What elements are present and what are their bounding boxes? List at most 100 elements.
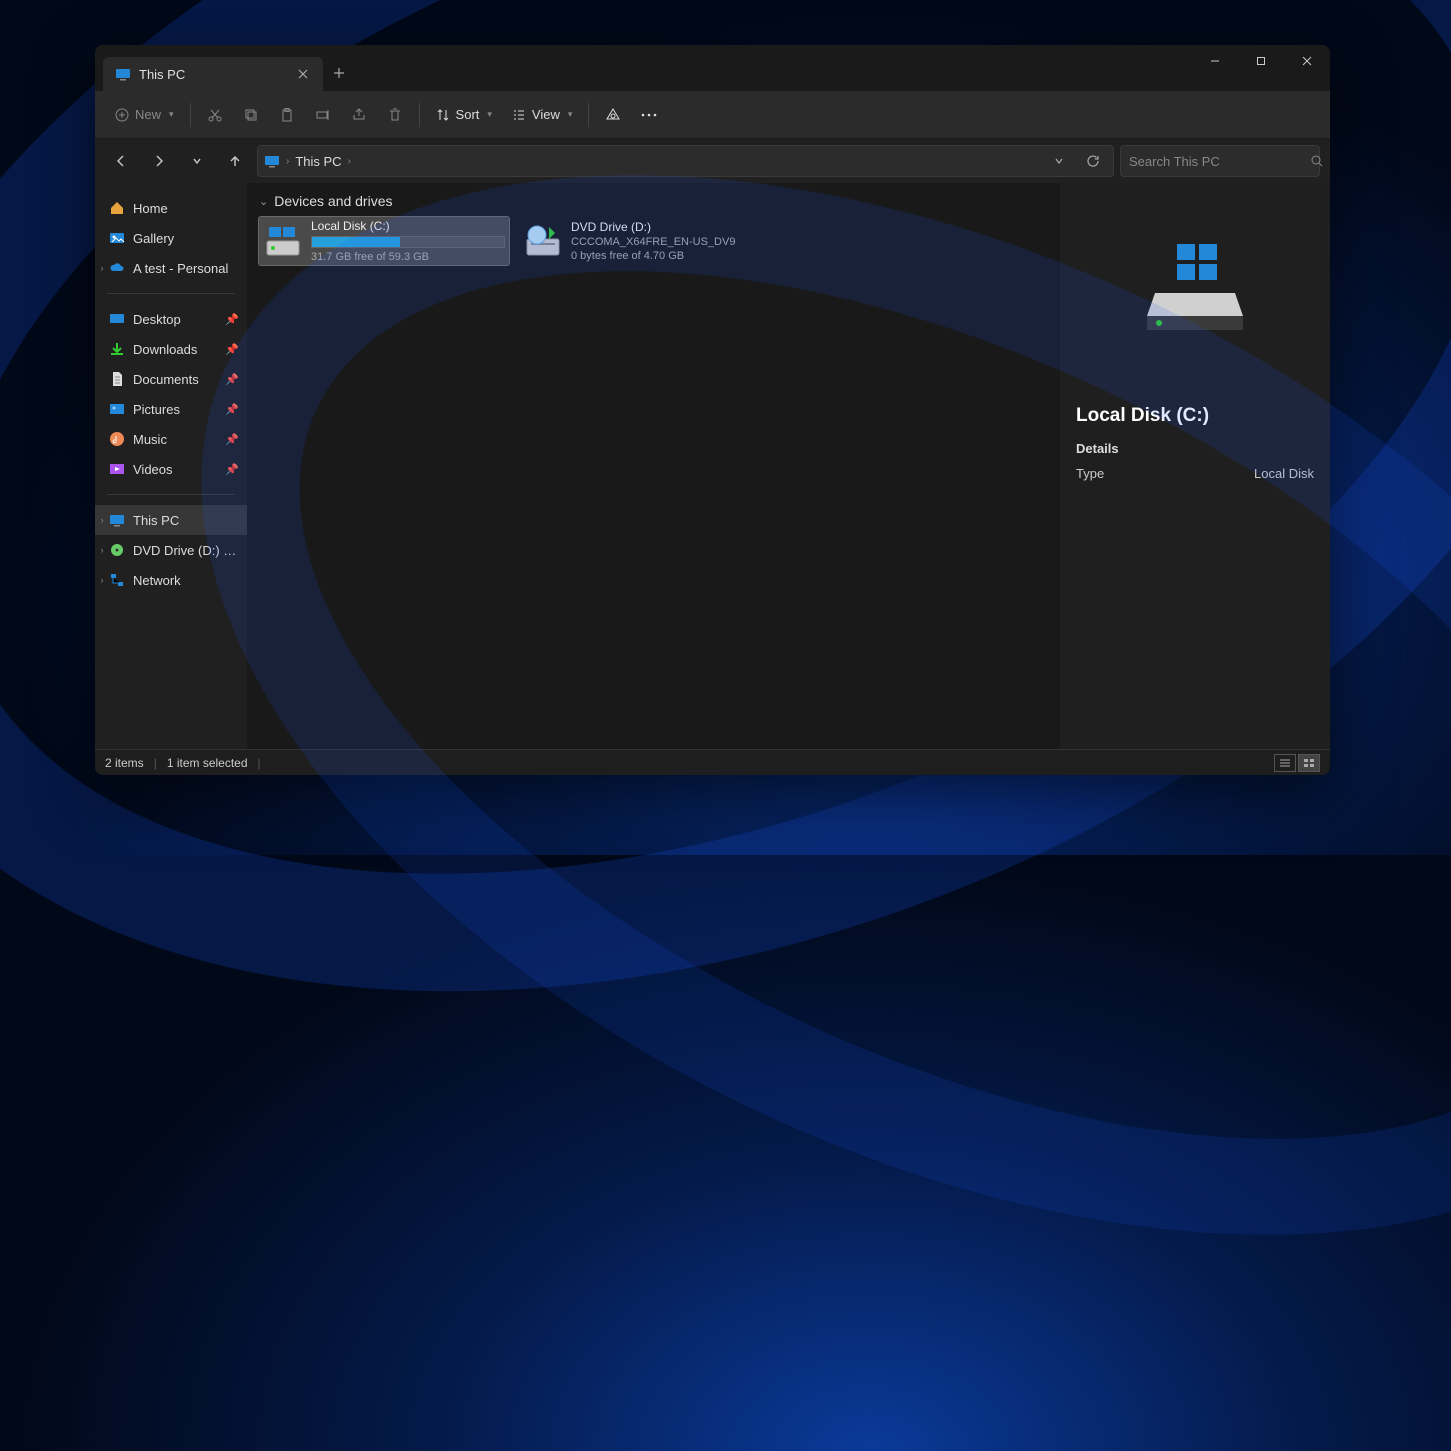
- sidebar-item-gallery[interactable]: Gallery: [95, 223, 247, 253]
- search-box[interactable]: [1120, 145, 1320, 177]
- expand-icon[interactable]: ›: [95, 545, 109, 555]
- new-label: New: [135, 107, 161, 122]
- copy-icon: [243, 107, 259, 123]
- details-section-header: Details: [1076, 441, 1314, 456]
- close-tab-button[interactable]: [295, 66, 311, 82]
- window-controls: [1192, 45, 1330, 77]
- gallery-icon: [109, 230, 125, 246]
- disc-icon: [109, 542, 125, 558]
- delete-button[interactable]: [379, 99, 411, 131]
- address-bar[interactable]: › This PC ›: [257, 145, 1114, 177]
- new-tab-button[interactable]: [323, 57, 355, 89]
- new-button[interactable]: New ▾: [107, 99, 182, 131]
- capacity-bar: [311, 236, 505, 248]
- toolbar-divider: [588, 103, 589, 127]
- cut-button[interactable]: [199, 99, 231, 131]
- more-button[interactable]: [633, 99, 665, 131]
- chevron-right-icon: ›: [348, 156, 351, 167]
- sort-label: Sort: [456, 107, 480, 122]
- rename-button[interactable]: [307, 99, 339, 131]
- sidebar-item-music[interactable]: Music 📌: [95, 424, 247, 454]
- navigation-pane: Home Gallery › A test - Personal Desktop…: [95, 183, 247, 749]
- breadcrumb-this-pc[interactable]: This PC: [295, 154, 341, 169]
- toolbar-divider: [190, 103, 191, 127]
- copy-button[interactable]: [235, 99, 267, 131]
- up-button[interactable]: [219, 145, 251, 177]
- drive-name: Local Disk (C:): [311, 219, 505, 233]
- address-history-button[interactable]: [1045, 147, 1073, 175]
- view-button[interactable]: View ▾: [504, 99, 580, 131]
- pin-icon: 📌: [225, 313, 239, 326]
- download-icon: [109, 341, 125, 357]
- view-toggle: [1274, 754, 1320, 772]
- document-icon: [109, 371, 125, 387]
- pin-icon: 📌: [225, 463, 239, 476]
- pin-icon: 📌: [225, 373, 239, 386]
- tab-this-pc[interactable]: This PC: [103, 57, 323, 91]
- section-title: Devices and drives: [274, 193, 392, 209]
- share-icon: [351, 107, 367, 123]
- scissors-icon: [207, 107, 223, 123]
- sidebar-item-desktop[interactable]: Desktop 📌: [95, 304, 247, 334]
- view-icon: [512, 108, 526, 122]
- sort-button[interactable]: Sort ▾: [428, 99, 500, 131]
- sidebar-item-network[interactable]: › Network: [95, 565, 247, 595]
- sidebar-item-home[interactable]: Home: [95, 193, 247, 223]
- forward-button[interactable]: [143, 145, 175, 177]
- search-icon: [1311, 155, 1323, 167]
- tab-strip: This PC: [95, 45, 355, 91]
- sidebar-item-videos[interactable]: Videos 📌: [95, 454, 247, 484]
- content-area: ⌄ Devices and drives Local Di: [247, 183, 1060, 749]
- share-button[interactable]: [343, 99, 375, 131]
- desktop-icon: [109, 311, 125, 327]
- refresh-button[interactable]: [1079, 147, 1107, 175]
- sidebar-item-onedrive[interactable]: › A test - Personal: [95, 253, 247, 283]
- section-devices-and-drives[interactable]: ⌄ Devices and drives: [259, 193, 1048, 209]
- chevron-down-icon: ⌄: [259, 195, 268, 208]
- sidebar-item-downloads[interactable]: Downloads 📌: [95, 334, 247, 364]
- pin-icon: 📌: [225, 403, 239, 416]
- details-row-label: Type: [1076, 466, 1104, 481]
- status-selection-count: 1 item selected: [167, 756, 248, 770]
- file-explorer-window: This PC New ▾: [95, 45, 1330, 775]
- large-icons-view-button[interactable]: [1298, 754, 1320, 772]
- chevron-down-icon: ▾: [487, 109, 492, 120]
- expand-icon[interactable]: ›: [95, 515, 109, 525]
- trash-icon: [387, 107, 403, 123]
- details-thumbnail: [1060, 183, 1330, 393]
- expand-icon[interactable]: ›: [95, 575, 109, 585]
- minimize-button[interactable]: [1192, 45, 1238, 77]
- this-pc-icon: [264, 153, 280, 169]
- dvd-drive-icon: [523, 221, 563, 261]
- close-window-button[interactable]: [1284, 45, 1330, 77]
- pin-icon: 📌: [225, 343, 239, 356]
- view-label: View: [532, 107, 560, 122]
- details-view-button[interactable]: [1274, 754, 1296, 772]
- drive-free-text: 0 bytes free of 4.70 GB: [571, 250, 765, 262]
- maximize-button[interactable]: [1238, 45, 1284, 77]
- back-button[interactable]: [105, 145, 137, 177]
- hard-drive-icon: [263, 221, 303, 261]
- shape-icon: [605, 107, 621, 123]
- videos-icon: [109, 461, 125, 477]
- network-icon: [109, 572, 125, 588]
- extra-tool-button[interactable]: [597, 99, 629, 131]
- paste-button[interactable]: [271, 99, 303, 131]
- tab-title: This PC: [139, 67, 185, 82]
- drive-volume: CCCOMA_X64FRE_EN-US_DV9: [571, 236, 765, 248]
- drive-local-disk-c[interactable]: Local Disk (C:) 31.7 GB free of 59.3 GB: [259, 217, 509, 265]
- music-icon: [109, 431, 125, 447]
- sidebar-item-dvd-drive[interactable]: › DVD Drive (D:) CCC: [95, 535, 247, 565]
- details-row-type: Type Local Disk: [1076, 466, 1314, 481]
- recent-locations-button[interactable]: [181, 145, 213, 177]
- sidebar-item-pictures[interactable]: Pictures 📌: [95, 394, 247, 424]
- expand-icon[interactable]: ›: [95, 263, 109, 273]
- status-item-count: 2 items: [105, 756, 144, 770]
- chevron-down-icon: ▾: [169, 109, 174, 120]
- home-icon: [109, 200, 125, 216]
- sidebar-item-this-pc[interactable]: › This PC: [95, 505, 247, 535]
- search-input[interactable]: [1129, 154, 1305, 169]
- toolbar-divider: [419, 103, 420, 127]
- drive-dvd-d[interactable]: DVD Drive (D:) CCCOMA_X64FRE_EN-US_DV9 0…: [519, 217, 769, 265]
- sidebar-item-documents[interactable]: Documents 📌: [95, 364, 247, 394]
